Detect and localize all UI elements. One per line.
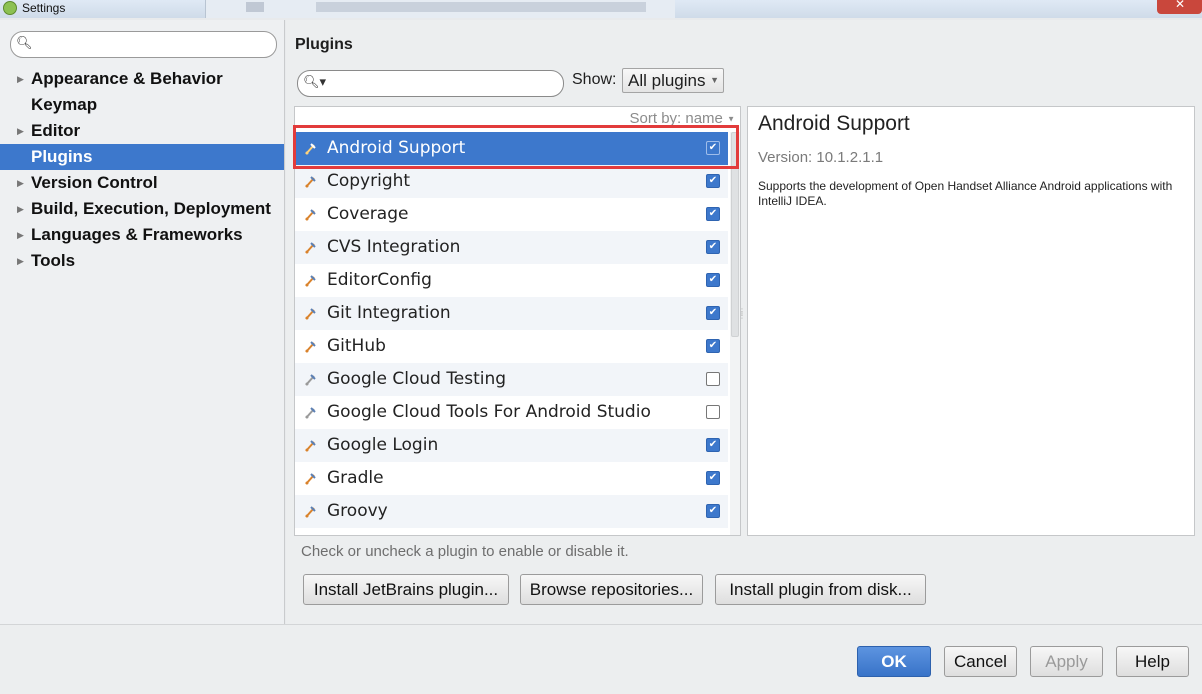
plugin-name: Gradle (327, 468, 384, 488)
plugin-name: Git Integration (327, 303, 451, 323)
plugin-name: Copyright (327, 171, 411, 191)
plugin-row[interactable]: Coverage ✔ (295, 198, 728, 231)
install-jetbrains-plugin-button[interactable]: Install JetBrains plugin... (303, 574, 509, 605)
plugin-row[interactable]: Copyright ✔ (295, 165, 728, 198)
search-icon: 🔍︎▾ (303, 75, 327, 90)
plugin-icon (305, 275, 316, 287)
plugin-detail-description: Supports the development of Open Handset… (758, 179, 1173, 208)
plugin-name: CVS Integration (327, 237, 461, 257)
plugin-icon (305, 341, 316, 353)
plugin-icon (305, 407, 316, 419)
plugin-enabled-checkbox[interactable]: ✔ (706, 207, 720, 221)
show-filter-label: Show: (572, 71, 617, 88)
plugin-enabled-checkbox[interactable]: ✔ (706, 174, 720, 188)
plugin-detail-panel: Android Support Version: 10.1.2.1.1 Supp… (747, 106, 1195, 536)
sidebar-item-tools[interactable]: ▶ Tools (0, 248, 284, 274)
plugin-rows: Android Support ✔ Copyright ✔ Coverage ✔ CVS I… (295, 132, 728, 528)
sidebar-item-keymap[interactable]: Keymap (0, 92, 284, 118)
plugin-detail-version: Version: 10.1.2.1.1 (758, 149, 884, 166)
close-window-button[interactable]: ✕ (1157, 0, 1202, 14)
search-icon: 🔍︎ (16, 36, 33, 51)
plugin-name: EditorConfig (327, 270, 432, 290)
plugin-list-scrollbar[interactable] (730, 132, 740, 535)
plugin-icon (305, 176, 316, 188)
expand-arrow-icon[interactable]: ▶ (17, 248, 24, 274)
plugin-row[interactable]: GitHub ✔ (295, 330, 728, 363)
settings-search-input[interactable]: 🔍︎ (10, 31, 277, 58)
page-title: Plugins (295, 36, 353, 53)
plugin-enabled-checkbox[interactable]: ✔ (706, 438, 720, 452)
install-plugin-from-disk-button[interactable]: Install plugin from disk... (715, 574, 926, 605)
plugin-icon (305, 506, 316, 518)
plugins-hint-text: Check or uncheck a plugin to enable or d… (301, 543, 629, 560)
plugin-icon (305, 209, 316, 221)
chevron-down-icon: ▼ (710, 75, 719, 85)
plugin-row[interactable]: EditorConfig ✔ (295, 264, 728, 297)
plugin-row[interactable]: CVS Integration ✔ (295, 231, 728, 264)
sidebar-item-appearance-behavior[interactable]: ▶ Appearance & Behavior (0, 66, 284, 92)
window-title: Settings (22, 1, 66, 15)
plugin-name: Google Cloud Testing (327, 369, 507, 389)
expand-arrow-icon[interactable]: ▶ (17, 196, 24, 222)
splitter-grip-icon[interactable]: ⋮ ⋮ (738, 308, 746, 324)
plugin-icon (305, 242, 316, 254)
settings-nav: ▶ Appearance & Behavior Keymap ▶ Editor Pl… (0, 66, 284, 274)
plugin-icon (305, 374, 316, 386)
plugin-search-input[interactable]: 🔍︎▾ (297, 70, 564, 97)
close-icon: ✕ (1175, 0, 1186, 11)
plugin-enabled-checkbox[interactable]: ✔ (706, 273, 720, 287)
plugin-row[interactable]: Gradle ✔ (295, 462, 728, 495)
plugin-enabled-checkbox[interactable]: ✔ (706, 339, 720, 353)
sidebar-item-version-control[interactable]: ▶ Version Control (0, 170, 284, 196)
ok-button[interactable]: OK (857, 646, 931, 677)
plugins-panel: Plugins 🔍︎▾ Show: All plugins ▼ Sort by:… (286, 20, 1202, 624)
plugin-icon (305, 473, 316, 485)
apply-button[interactable]: Apply (1030, 646, 1103, 677)
expand-arrow-icon[interactable]: ▶ (17, 66, 24, 92)
plugin-icon (305, 308, 316, 320)
show-filter-dropdown[interactable]: All plugins ▼ (622, 68, 724, 93)
plugin-enabled-checkbox[interactable] (706, 372, 720, 386)
chevron-down-icon: ▼ (727, 114, 735, 124)
plugin-icon (305, 440, 316, 452)
plugin-enabled-checkbox[interactable]: ✔ (706, 471, 720, 485)
help-button[interactable]: Help (1116, 646, 1189, 677)
plugin-name: Coverage (327, 204, 409, 224)
browse-repositories-button[interactable]: Browse repositories... (520, 574, 703, 605)
plugin-enabled-checkbox[interactable] (706, 405, 720, 419)
plugin-row[interactable]: Google Cloud Tools For Android Studio (295, 396, 728, 429)
annotation-highlight-box (293, 125, 739, 169)
sidebar-item-editor[interactable]: ▶ Editor (0, 118, 284, 144)
sidebar-item-plugins[interactable]: Plugins (0, 144, 284, 170)
sidebar-item-languages-frameworks[interactable]: ▶ Languages & Frameworks (0, 222, 284, 248)
title-bar: Settings ✕ (0, 0, 1202, 18)
plugin-enabled-checkbox[interactable]: ✔ (706, 240, 720, 254)
plugin-detail-name: Android Support (758, 112, 910, 135)
plugin-name: Google Login (327, 435, 439, 455)
plugin-name: Google Cloud Tools For Android Studio (327, 402, 651, 422)
plugin-row[interactable]: Groovy ✔ (295, 495, 728, 528)
plugin-row[interactable]: Google Login ✔ (295, 429, 728, 462)
plugin-name: GitHub (327, 336, 386, 356)
plugin-row[interactable]: Git Integration ✔ (295, 297, 728, 330)
plugin-enabled-checkbox[interactable]: ✔ (706, 306, 720, 320)
show-filter-value: All plugins (628, 71, 706, 90)
android-studio-icon (3, 1, 17, 15)
cancel-button[interactable]: Cancel (944, 646, 1017, 677)
plugin-enabled-checkbox[interactable]: ✔ (706, 504, 720, 518)
plugin-row[interactable]: Google Cloud Testing (295, 363, 728, 396)
sidebar-item-build-execution-deployment[interactable]: ▶ Build, Execution, Deployment (0, 196, 284, 222)
dialog-footer: OK Cancel Apply Help (0, 624, 1202, 694)
expand-arrow-icon[interactable]: ▶ (17, 222, 24, 248)
expand-arrow-icon[interactable]: ▶ (17, 118, 24, 144)
plugin-list: Sort by: name ▼ Android Support ✔ Copyrigh… (294, 106, 741, 536)
settings-sidebar: 🔍︎ ▶ Appearance & Behavior Keymap ▶ Editor… (0, 20, 285, 624)
expand-arrow-icon[interactable]: ▶ (17, 170, 24, 196)
plugin-name: Groovy (327, 501, 388, 521)
background-editor-window (205, 0, 675, 18)
